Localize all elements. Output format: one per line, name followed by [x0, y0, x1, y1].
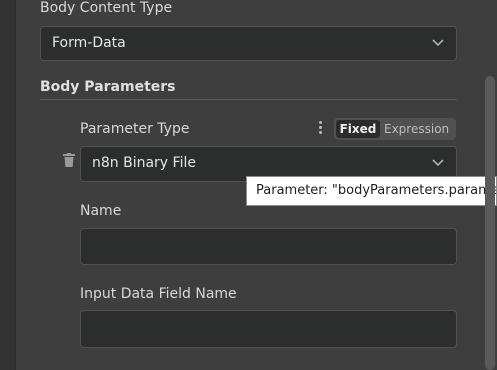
body-parameters-heading: Body Parameters [40, 79, 176, 95]
parameter-tooltip: Parameter: "bodyParameters.parame [246, 176, 497, 206]
body-content-type-value: Form-Data [52, 35, 126, 51]
left-panel-edge [0, 0, 16, 370]
name-label: Name [80, 203, 122, 219]
input-data-field-name-input[interactable] [80, 310, 457, 348]
name-input[interactable] [80, 228, 457, 265]
parameter-type-value: n8n Binary File [92, 155, 196, 171]
expression-option[interactable]: Expression [384, 120, 449, 138]
kebab-menu-icon[interactable] [319, 121, 323, 137]
fixed-option[interactable]: Fixed [336, 120, 380, 138]
trash-icon[interactable] [63, 153, 75, 167]
section-divider [40, 99, 457, 100]
chevron-down-icon [432, 159, 444, 167]
chevron-down-icon [432, 39, 444, 47]
scrollbar-thumb[interactable] [485, 76, 495, 370]
fixed-expression-toggle: Fixed Expression [334, 118, 456, 140]
body-content-type-label: Body Content Type [40, 0, 173, 16]
parameter-type-label: Parameter Type [80, 121, 190, 137]
input-data-field-name-label: Input Data Field Name [80, 286, 237, 302]
body-content-type-select[interactable]: Form-Data [40, 26, 457, 61]
